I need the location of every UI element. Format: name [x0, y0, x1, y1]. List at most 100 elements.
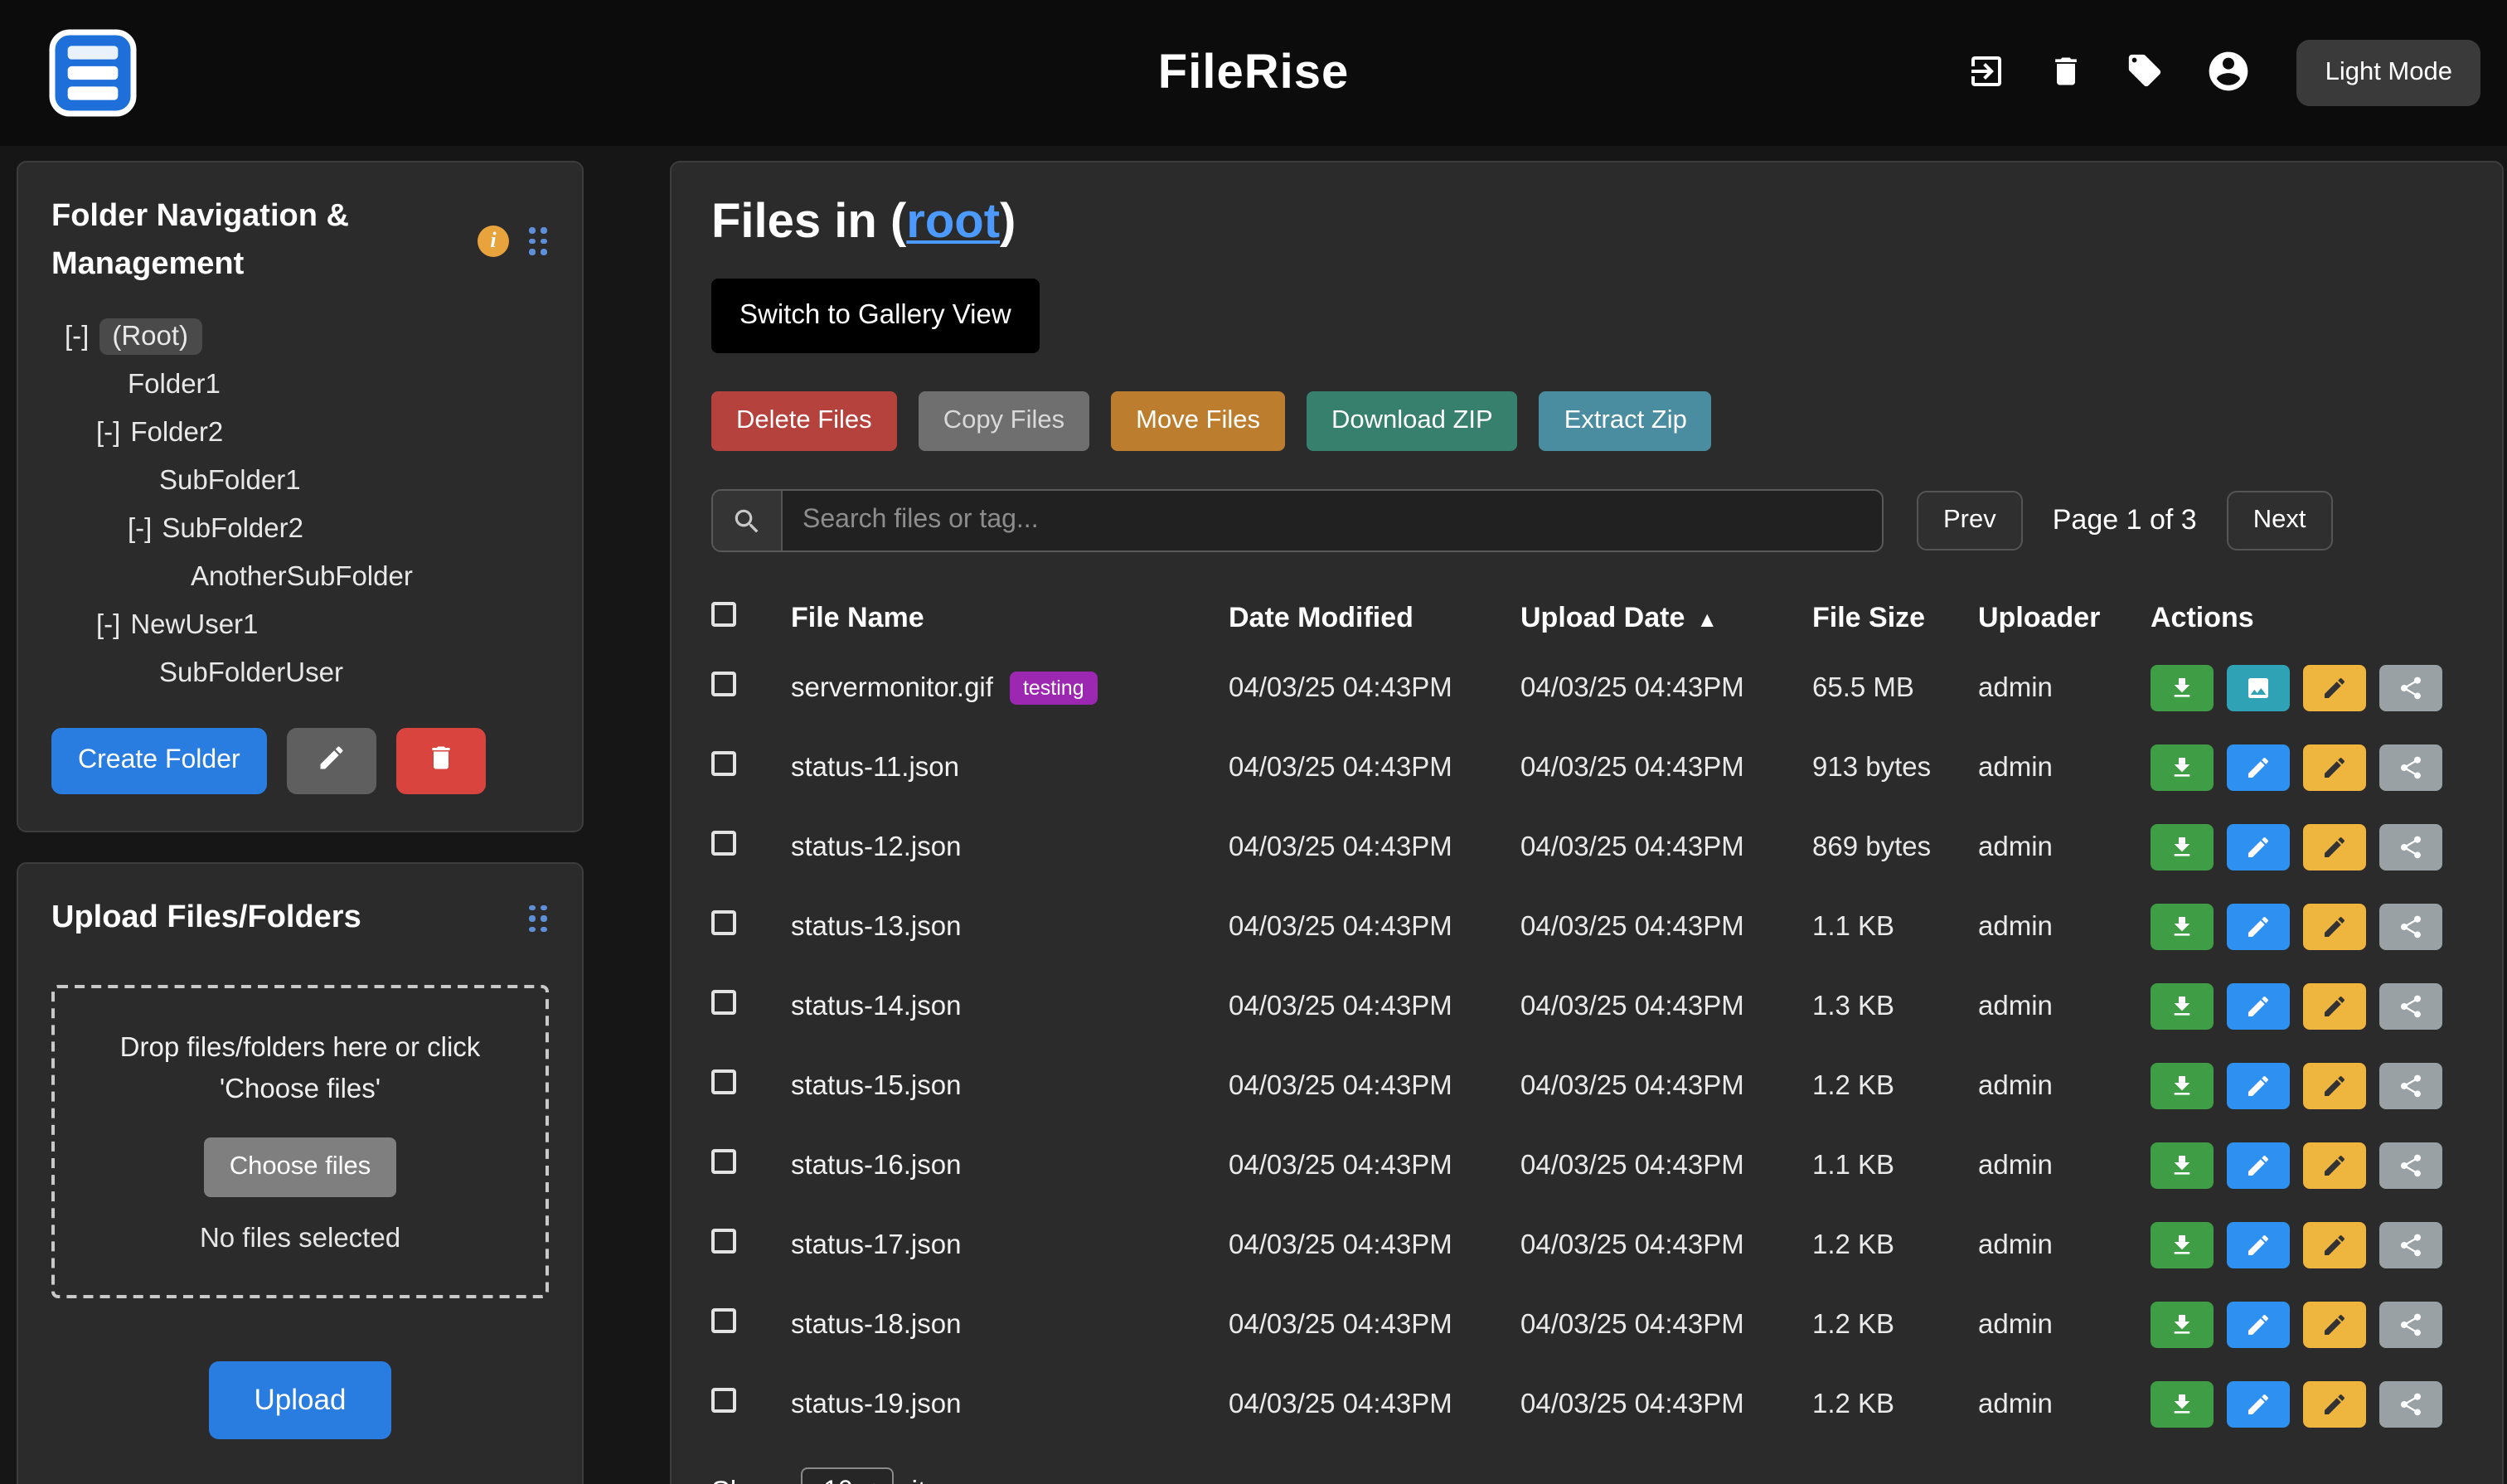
root-folder-link[interactable]: root [906, 196, 1000, 249]
folder-name[interactable]: Folder2 [130, 418, 223, 448]
delete-files-button[interactable]: Delete Files [711, 391, 897, 451]
header-date-modified[interactable]: Date Modified [1229, 602, 1520, 635]
light-mode-button[interactable]: Light Mode [2297, 40, 2480, 106]
row-checkbox[interactable] [711, 910, 736, 935]
items-per-page-select[interactable]: 10 ▲▼ [800, 1467, 893, 1484]
download-zip-button[interactable]: Download ZIP [1307, 391, 1518, 451]
header-upload-date[interactable]: Upload Date ▲ [1520, 602, 1812, 635]
folder-name[interactable]: (Root) [99, 318, 201, 355]
rename-file-button[interactable] [2303, 1063, 2366, 1109]
row-checkbox[interactable] [711, 990, 736, 1015]
download-file-button[interactable] [2151, 824, 2214, 871]
share-file-button[interactable] [2379, 1222, 2442, 1268]
folder-name[interactable]: Folder1 [128, 370, 221, 400]
share-file-button[interactable] [2379, 665, 2442, 711]
preview-file-button[interactable] [2227, 665, 2290, 711]
folder-tree-item[interactable]: AnotherSubFolder [51, 554, 549, 602]
share-file-button[interactable] [2379, 1381, 2442, 1428]
tree-collapse-toggle[interactable]: [-] [128, 514, 152, 544]
row-checkbox[interactable] [711, 672, 736, 696]
file-dropzone[interactable]: Drop files/folders here or click 'Choose… [51, 986, 549, 1298]
tree-collapse-toggle[interactable]: [-] [96, 418, 120, 448]
extract-zip-button[interactable]: Extract Zip [1540, 391, 1712, 451]
select-all-checkbox[interactable] [711, 602, 736, 627]
header-uploader[interactable]: Uploader [1978, 602, 2151, 635]
folder-tree-item[interactable]: [-] NewUser1 [51, 602, 549, 650]
file-name-link[interactable]: status-17.json [791, 1229, 961, 1261]
rename-file-button[interactable] [2303, 1222, 2366, 1268]
rename-file-button[interactable] [2303, 1302, 2366, 1348]
file-name-link[interactable]: status-13.json [791, 911, 961, 943]
search-input[interactable] [783, 491, 1882, 550]
rename-file-button[interactable] [2303, 824, 2366, 871]
edit-file-button[interactable] [2227, 1302, 2290, 1348]
folder-name[interactable]: NewUser1 [130, 610, 258, 640]
share-file-button[interactable] [2379, 744, 2442, 791]
download-file-button[interactable] [2151, 744, 2214, 791]
download-file-button[interactable] [2151, 983, 2214, 1030]
upload-button[interactable]: Upload [210, 1361, 391, 1439]
share-file-button[interactable] [2379, 983, 2442, 1030]
drag-handle-icon[interactable] [529, 903, 549, 933]
rename-file-button[interactable] [2303, 744, 2366, 791]
next-page-button[interactable]: Next [2227, 491, 2333, 550]
folder-tree-item[interactable]: [-] Folder2 [51, 410, 549, 458]
trash-button[interactable] [2049, 52, 2085, 94]
share-file-button[interactable] [2379, 904, 2442, 950]
row-checkbox[interactable] [711, 1308, 736, 1333]
folder-tree-item[interactable]: [-] (Root) [51, 313, 549, 361]
delete-folder-button[interactable] [396, 728, 486, 794]
edit-file-button[interactable] [2227, 744, 2290, 791]
row-checkbox[interactable] [711, 751, 736, 776]
row-checkbox[interactable] [711, 1229, 736, 1254]
share-file-button[interactable] [2379, 824, 2442, 871]
rename-file-button[interactable] [2303, 904, 2366, 950]
prev-page-button[interactable]: Prev [1917, 491, 2023, 550]
file-name-link[interactable]: status-19.json [791, 1389, 961, 1420]
row-checkbox[interactable] [711, 1069, 736, 1094]
rename-file-button[interactable] [2303, 1381, 2366, 1428]
app-logo[interactable] [36, 17, 149, 129]
edit-file-button[interactable] [2227, 1381, 2290, 1428]
move-files-button[interactable]: Move Files [1111, 391, 1285, 451]
edit-file-button[interactable] [2227, 1142, 2290, 1189]
tree-collapse-toggle[interactable]: [-] [65, 322, 89, 352]
tree-collapse-toggle[interactable]: [-] [96, 610, 120, 640]
download-file-button[interactable] [2151, 904, 2214, 950]
header-file-size[interactable]: File Size [1812, 602, 1978, 635]
switch-gallery-view-button[interactable]: Switch to Gallery View [711, 279, 1040, 353]
download-file-button[interactable] [2151, 1142, 2214, 1189]
edit-file-button[interactable] [2227, 824, 2290, 871]
file-name-link[interactable]: status-18.json [791, 1309, 961, 1341]
file-name-link[interactable]: servermonitor.gif [791, 672, 993, 704]
folder-name[interactable]: SubFolderUser [159, 658, 343, 688]
rename-file-button[interactable] [2303, 1142, 2366, 1189]
edit-file-button[interactable] [2227, 1063, 2290, 1109]
folder-tree-item[interactable]: SubFolderUser [51, 650, 549, 698]
info-icon[interactable]: i [478, 226, 509, 257]
edit-file-button[interactable] [2227, 904, 2290, 950]
create-folder-button[interactable]: Create Folder [51, 728, 267, 794]
row-checkbox[interactable] [711, 1388, 736, 1413]
folder-name[interactable]: SubFolder1 [159, 466, 301, 496]
download-file-button[interactable] [2151, 665, 2214, 711]
file-name-link[interactable]: status-12.json [791, 832, 961, 863]
folder-name[interactable]: AnotherSubFolder [191, 562, 413, 592]
folder-name[interactable]: SubFolder2 [162, 514, 303, 544]
file-name-link[interactable]: status-14.json [791, 991, 961, 1022]
share-file-button[interactable] [2379, 1142, 2442, 1189]
file-name-link[interactable]: status-11.json [791, 752, 959, 783]
folder-tree-item[interactable]: [-] SubFolder2 [51, 506, 549, 554]
rename-file-button[interactable] [2303, 665, 2366, 711]
share-file-button[interactable] [2379, 1302, 2442, 1348]
copy-files-button[interactable]: Copy Files [919, 391, 1089, 451]
header-file-name[interactable]: File Name [791, 602, 1229, 635]
edit-file-button[interactable] [2227, 1222, 2290, 1268]
file-name-link[interactable]: status-16.json [791, 1150, 961, 1181]
file-name-link[interactable]: status-15.json [791, 1070, 961, 1102]
account-button[interactable] [2206, 47, 2252, 99]
download-file-button[interactable] [2151, 1302, 2214, 1348]
folder-tree-item[interactable]: SubFolder1 [51, 458, 549, 506]
drag-handle-icon[interactable] [529, 226, 549, 256]
share-file-button[interactable] [2379, 1063, 2442, 1109]
